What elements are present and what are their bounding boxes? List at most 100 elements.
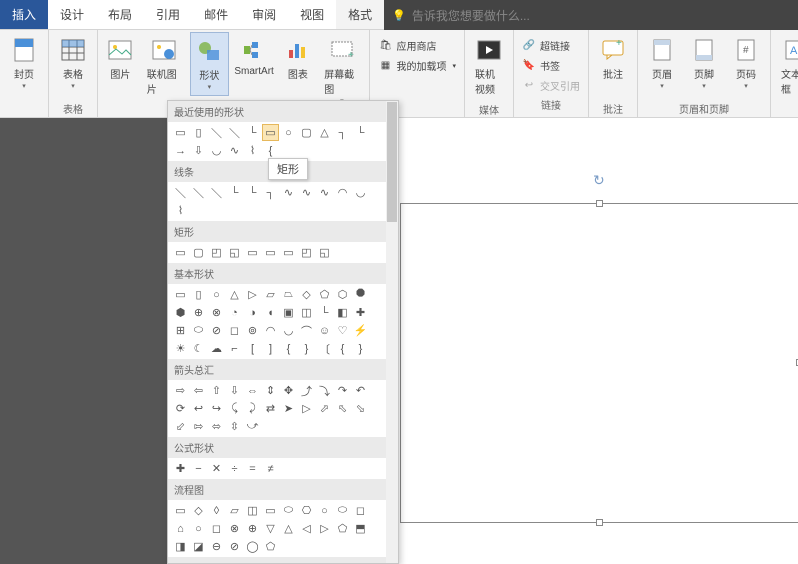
shape-e-5[interactable]: = <box>244 460 261 477</box>
shape-b-26[interactable]: ◻ <box>226 322 243 339</box>
shape-rect-8[interactable]: ◰ <box>298 244 315 261</box>
shape-b-33[interactable]: ⚡ <box>352 322 369 339</box>
shape-a-21[interactable]: ⬁ <box>334 400 351 417</box>
shape-triangle[interactable]: △ <box>316 124 333 141</box>
shape-rect-5[interactable]: ▭ <box>244 244 261 261</box>
table-button[interactable]: 表格 ▾ <box>53 32 93 94</box>
shape-b-1[interactable]: ▭ <box>172 286 189 303</box>
my-addins-button[interactable]: ▦ 我的加载项 ▾ <box>374 56 460 75</box>
resize-handle-bottom[interactable] <box>596 519 603 526</box>
shape-line-1[interactable]: ＼ <box>172 184 189 201</box>
shape-textbox-v[interactable]: ▯ <box>190 124 207 141</box>
shape-f-28[interactable]: ⬠ <box>262 538 279 555</box>
scrollbar-thumb[interactable] <box>387 102 397 222</box>
shape-f-2[interactable]: ◇ <box>190 502 207 519</box>
resize-handle-top[interactable] <box>596 200 603 207</box>
shape-f-6[interactable]: ▭ <box>262 502 279 519</box>
shape-f-7[interactable]: ⬭ <box>280 502 297 519</box>
shape-f-14[interactable]: ◻ <box>208 520 225 537</box>
shape-e-3[interactable]: ✕ <box>208 460 225 477</box>
shapes-panel-scrollbar[interactable] <box>386 101 398 563</box>
tell-me-search[interactable]: 💡 告诉我您想要做什么... <box>384 0 798 30</box>
shape-f-16[interactable]: ⊕ <box>244 520 261 537</box>
shape-a-3[interactable]: ⇧ <box>208 382 225 399</box>
pictures-button[interactable]: 图片 <box>102 32 139 85</box>
shape-line2[interactable]: ＼ <box>226 124 243 141</box>
shape-a-22[interactable]: ⬂ <box>352 400 369 417</box>
shape-b-25[interactable]: ⊘ <box>208 322 225 339</box>
shape-b-14[interactable]: ⊗ <box>208 304 225 321</box>
shape-brace[interactable]: { <box>262 142 279 159</box>
shape-a-27[interactable]: ⤻ <box>244 418 261 435</box>
shape-f-12[interactable]: ⌂ <box>172 520 189 537</box>
shape-b-36[interactable]: ☁ <box>208 340 225 357</box>
store-button[interactable]: 🛍 应用商店 <box>374 36 460 55</box>
shape-b-4[interactable]: △ <box>226 286 243 303</box>
hyperlink-button[interactable]: 🔗 超链接 <box>518 36 584 55</box>
shape-b-22[interactable]: ✚ <box>352 304 369 321</box>
tab-mailings[interactable]: 邮件 <box>192 0 240 29</box>
online-video-button[interactable]: 联机视频 <box>469 32 509 100</box>
shape-f-24[interactable]: ◪ <box>190 538 207 555</box>
shape-f-23[interactable]: ◨ <box>172 538 189 555</box>
shape-b-9[interactable]: ⬠ <box>316 286 333 303</box>
shape-a-14[interactable]: ↪ <box>208 400 225 417</box>
shape-b-10[interactable]: ⬡ <box>334 286 351 303</box>
shape-a-7[interactable]: ✥ <box>280 382 297 399</box>
shape-b-43[interactable]: { <box>334 340 351 357</box>
shape-line-2[interactable]: ＼ <box>190 184 207 201</box>
shape-textbox[interactable]: ▭ <box>172 124 189 141</box>
tab-references[interactable]: 引用 <box>144 0 192 29</box>
tab-design[interactable]: 设计 <box>48 0 96 29</box>
shape-a-10[interactable]: ↷ <box>334 382 351 399</box>
shape-a-25[interactable]: ⬄ <box>208 418 225 435</box>
shape-b-27[interactable]: ⊚ <box>244 322 261 339</box>
rotate-handle[interactable]: ↻ <box>593 172 607 186</box>
shape-rect-7[interactable]: ▭ <box>280 244 297 261</box>
shape-line-11[interactable]: ◡ <box>352 184 369 201</box>
shape-arrowd[interactable]: ⇩ <box>190 142 207 159</box>
shape-connector[interactable]: └ <box>244 124 261 141</box>
shape-a-26[interactable]: ⇳ <box>226 418 243 435</box>
shape-f-17[interactable]: ▽ <box>262 520 279 537</box>
shape-f-5[interactable]: ◫ <box>244 502 261 519</box>
shape-line[interactable]: ＼ <box>208 124 225 141</box>
shape-f-19[interactable]: ◁ <box>298 520 315 537</box>
shape-roundrect[interactable]: ▢ <box>298 124 315 141</box>
shape-b-32[interactable]: ♡ <box>334 322 351 339</box>
shape-b-29[interactable]: ◡ <box>280 322 297 339</box>
shape-b-37[interactable]: ⌐ <box>226 340 243 357</box>
shape-freeform[interactable]: ⌇ <box>244 142 261 159</box>
shape-b-39[interactable]: ] <box>262 340 279 357</box>
shape-b-11[interactable]: ⯃ <box>352 286 369 303</box>
header-button[interactable]: 页眉 ▾ <box>642 32 682 94</box>
shape-b-21[interactable]: ◧ <box>334 304 351 321</box>
textbox-button[interactable]: A 文本框 <box>775 32 798 100</box>
shape-arrowr[interactable]: → <box>172 142 189 159</box>
shape-oval[interactable]: ○ <box>280 124 297 141</box>
shape-b-38[interactable]: [ <box>244 340 261 357</box>
shape-b-30[interactable]: ⌒ <box>298 322 315 339</box>
crossref-button[interactable]: ↩ 交叉引用 <box>518 76 584 95</box>
shape-rect-6[interactable]: ▭ <box>262 244 279 261</box>
shape-b-34[interactable]: ☀ <box>172 340 189 357</box>
shape-f-4[interactable]: ▱ <box>226 502 243 519</box>
shape-a-6[interactable]: ⇕ <box>262 382 279 399</box>
shape-elbow2[interactable]: └ <box>352 124 369 141</box>
shape-b-20[interactable]: └ <box>316 304 333 321</box>
shape-a-23[interactable]: ⬃ <box>172 418 189 435</box>
shape-line-8[interactable]: ∿ <box>298 184 315 201</box>
shape-line-10[interactable]: ◠ <box>334 184 351 201</box>
shape-b-18[interactable]: ▣ <box>280 304 297 321</box>
shape-f-9[interactable]: ○ <box>316 502 333 519</box>
shape-f-1[interactable]: ▭ <box>172 502 189 519</box>
shape-a-1[interactable]: ⇨ <box>172 382 189 399</box>
shape-b-42[interactable]: 〔 <box>316 340 333 357</box>
selected-rectangle-shape[interactable]: ↻ <box>400 203 798 523</box>
shape-e-1[interactable]: ✚ <box>172 460 189 477</box>
shape-e-6[interactable]: ≠ <box>262 460 279 477</box>
shape-e-2[interactable]: − <box>190 460 207 477</box>
shape-b-31[interactable]: ☺ <box>316 322 333 339</box>
bookmark-button[interactable]: 🔖 书签 <box>518 56 584 75</box>
chart-button[interactable]: 图表 <box>279 32 316 85</box>
